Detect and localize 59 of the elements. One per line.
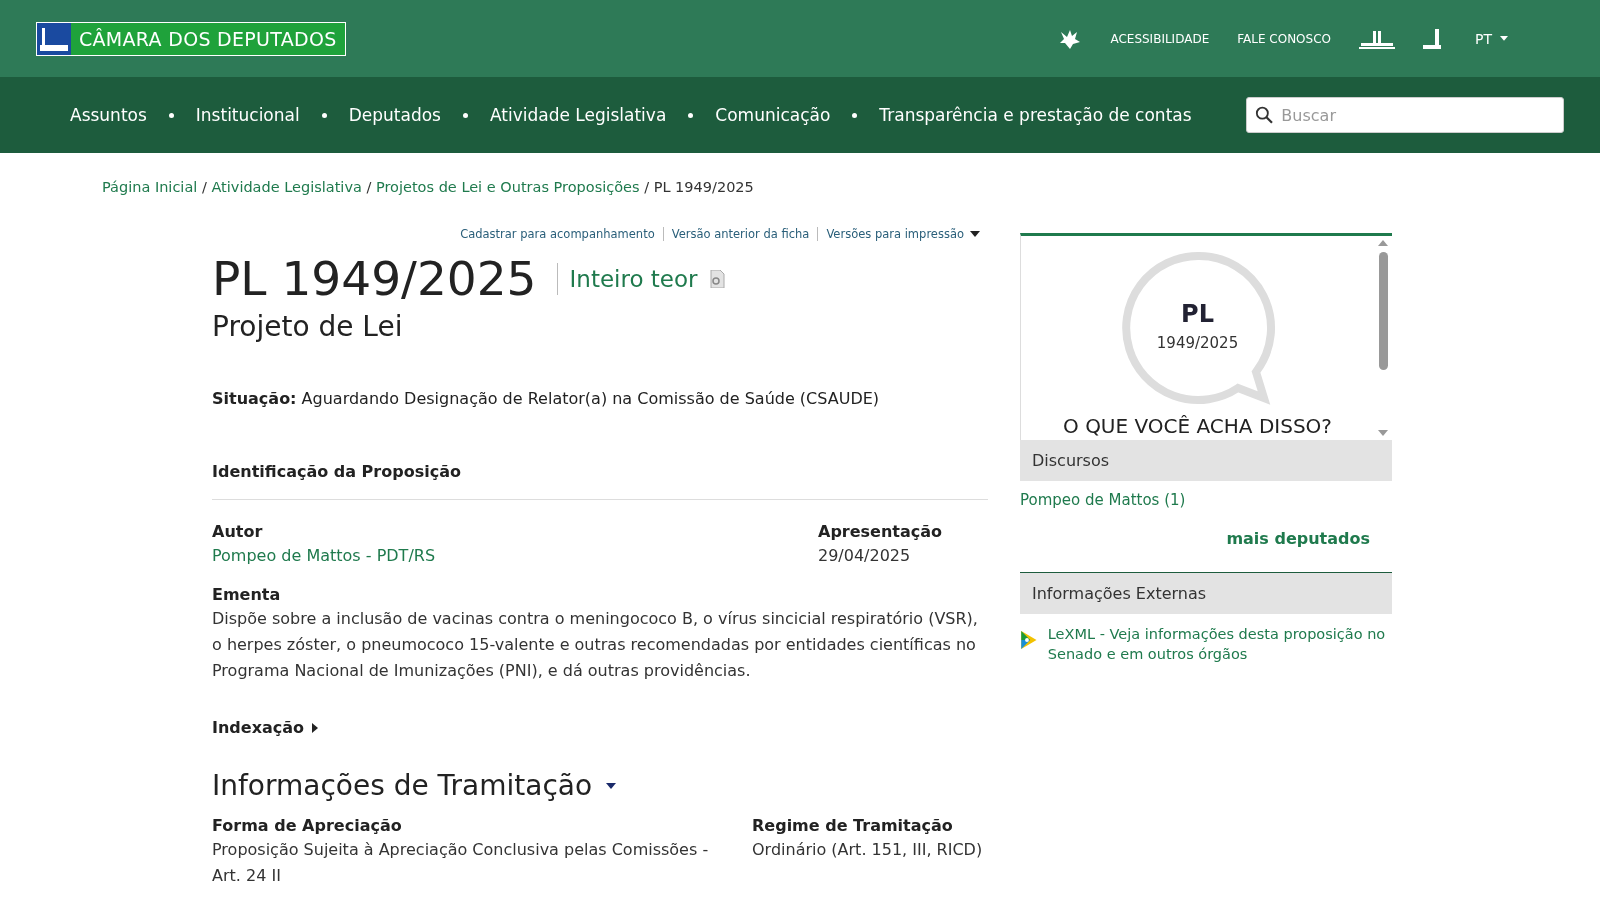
breadcrumb-separator: / xyxy=(200,179,208,195)
site-title: CÂMARA DOS DEPUTADOS xyxy=(78,27,338,50)
breadcrumb-link[interactable]: Página Inicial xyxy=(102,179,198,195)
scroll-down-icon[interactable] xyxy=(1378,430,1388,436)
scroll-up-icon[interactable] xyxy=(1378,240,1388,246)
section-toggle[interactable]: Informações de Tramitação xyxy=(212,769,617,802)
search-icon xyxy=(1255,105,1274,125)
proposition-type: Projeto de Lei xyxy=(212,310,404,343)
search-field[interactable]: Buscar xyxy=(1246,97,1564,133)
breadcrumb-link[interactable]: Atividade Legislativa xyxy=(211,179,362,195)
nav-item[interactable]: Atividade Legislativa xyxy=(489,105,667,125)
site-logo[interactable]: CÂMARA DOS DEPUTADOS xyxy=(36,21,346,56)
field-label: Autor xyxy=(212,522,264,541)
flag-icon xyxy=(37,22,71,55)
speech-link[interactable]: Pompeo de Mattos (1) xyxy=(1020,491,1392,509)
action-link[interactable]: Versão anterior da ficha xyxy=(662,227,818,241)
bubble-type: PL xyxy=(1181,300,1214,328)
nav-item[interactable]: Comunicação xyxy=(715,105,831,125)
caret-icon xyxy=(1500,36,1508,41)
document-search-icon[interactable] xyxy=(709,269,726,288)
nav-item[interactable]: Deputados xyxy=(348,105,441,125)
breadcrumb-link[interactable]: Projetos de Lei e Outras Proposições xyxy=(375,179,640,195)
action-link[interactable]: Versões para impressão xyxy=(817,227,988,241)
indexing-toggle[interactable]: Indexação xyxy=(212,718,319,737)
field-value: Ordinário (Art. 151, III, RICD) xyxy=(752,839,984,861)
question-heading: O QUE VOCÊ ACHA DISSO? xyxy=(1063,414,1332,438)
breadcrumb-current: PL 1949/2025 xyxy=(653,179,754,195)
bubble-number: 1949/2025 xyxy=(1156,334,1239,352)
caret-icon xyxy=(312,722,319,733)
external-link[interactable]: LeXML - Veja informações desta proposição no Senado e em outros órgãos xyxy=(1047,624,1392,664)
nav-item[interactable]: Institucional xyxy=(195,105,300,125)
caret-icon xyxy=(970,231,980,237)
speech-bubble-icon xyxy=(1119,250,1276,406)
section-header: Discursos xyxy=(1020,440,1392,481)
more-link[interactable]: mais deputados xyxy=(1020,529,1370,548)
caret-icon xyxy=(606,782,617,789)
proposition-title: PL 1949/2025 xyxy=(212,255,537,302)
field-label: Forma de Apreciação xyxy=(212,816,403,835)
author-link[interactable]: Pompeo de Mattos - PDT/RS xyxy=(212,543,794,569)
building-icon[interactable] xyxy=(1359,28,1395,49)
field-label: Apresentação xyxy=(818,522,944,541)
field-value: 29/04/2025 xyxy=(818,545,912,567)
summary-text: Dispõe sobre a inclusão de vacinas contra o meningococo B, o vírus sincicial respiratório (VSR), o herpes zóster, o pneumococo 15-valente e outras recomendadas por entidades científicas no Programa Nacional de Imunizações (PNI), e dá outras providências. xyxy=(212,608,979,682)
language-selector[interactable]: PT xyxy=(1469,29,1514,48)
header-link[interactable]: ACESSIBILIDADE xyxy=(1110,31,1210,46)
breadcrumb-separator: / xyxy=(365,179,373,195)
nav-item[interactable]: Transparência e prestação de contas xyxy=(879,105,1192,125)
full-text-link[interactable]: Inteiro teor xyxy=(556,262,698,295)
section-heading: Identificação da Proposição xyxy=(212,462,988,500)
nav-item[interactable]: Assuntos xyxy=(70,105,147,125)
field-label: Regime de Tramitação xyxy=(752,816,954,835)
header-link[interactable]: FALE CONOSCO xyxy=(1237,31,1331,46)
breadcrumb-separator: / xyxy=(643,179,651,195)
section-header: Informações Externas xyxy=(1020,572,1392,614)
field-label: Ementa xyxy=(212,585,282,604)
situation-text: Situação: Aguardando Designação de Relator(a) na Comissão de Saúde (CSAUDE) xyxy=(212,389,881,408)
tower-icon[interactable] xyxy=(1423,28,1441,49)
field-value: Proposição Sujeita à Apreciação Conclusiva pelas Comissões - Art. 24 II xyxy=(212,839,710,887)
action-link[interactable]: Cadastrar para acompanhamento xyxy=(452,227,663,241)
